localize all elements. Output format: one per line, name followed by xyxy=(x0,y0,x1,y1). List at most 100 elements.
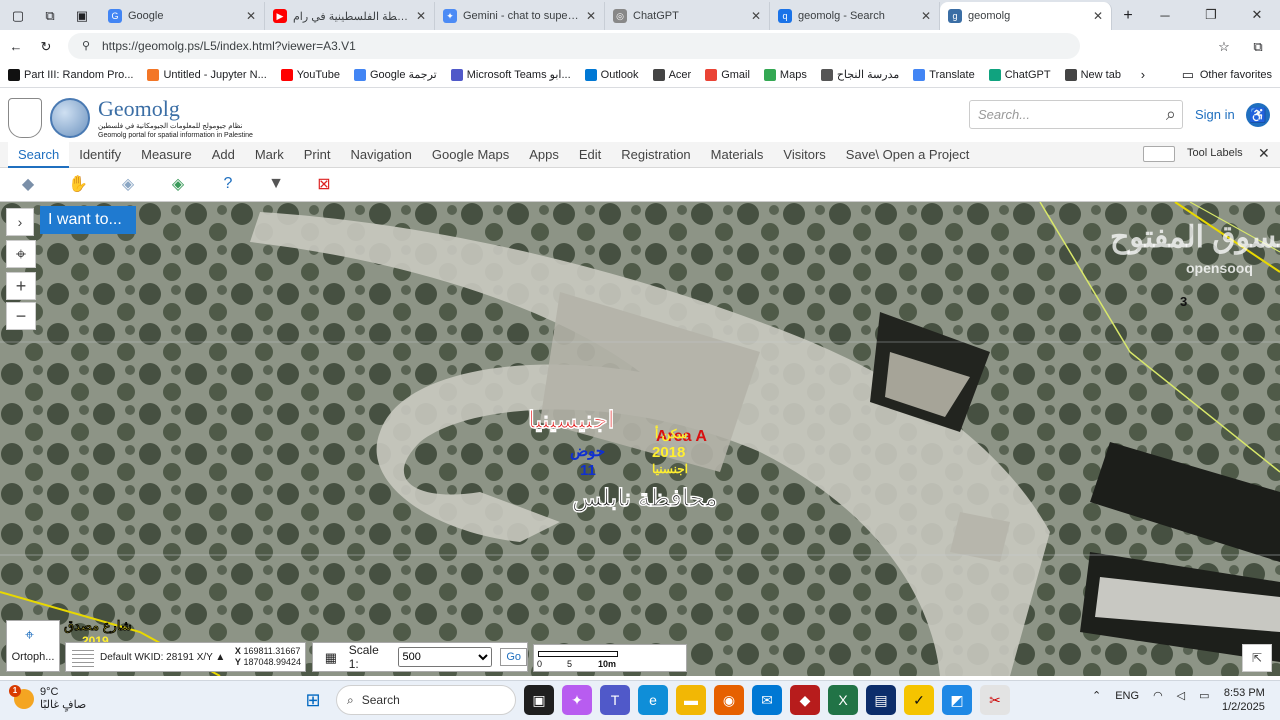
i-want-to-button[interactable]: I want to... xyxy=(40,206,136,234)
search-input[interactable]: Search... ⌕ xyxy=(969,100,1183,129)
bookmark-item[interactable]: مدرسة النجاح xyxy=(820,68,899,81)
menu-tab-registration[interactable]: Registration xyxy=(611,142,700,168)
scale-grid-icon[interactable]: ▦ xyxy=(321,649,341,665)
geomolg-logo[interactable]: Geomolg نظام جيومولج للمعلومات الجيومكان… xyxy=(8,96,253,140)
search-icon[interactable]: ⌕ xyxy=(1166,104,1176,125)
filter-icon[interactable]: ▼ xyxy=(264,173,288,195)
other-favorites[interactable]: ▭ Other favorites xyxy=(1180,67,1280,83)
browser-tab[interactable]: ✦ Gemini - chat to superchar ✕ xyxy=(435,2,605,30)
browser-tab[interactable]: G Google ✕ xyxy=(100,2,265,30)
task-view-icon[interactable]: ▣ xyxy=(524,685,554,715)
wifi-icon[interactable]: ◠ xyxy=(1153,689,1163,702)
browser-tab[interactable]: ▶ السلطة الفلسطينية في رام ✕ xyxy=(265,2,435,30)
firefox-icon[interactable]: ◉ xyxy=(714,685,744,715)
tab-close-icon[interactable]: ✕ xyxy=(751,9,761,23)
weather-widget[interactable]: 1 9°C صافٍ غالبًا xyxy=(9,685,86,712)
menu-tab-navigation[interactable]: Navigation xyxy=(340,142,421,168)
bookmark-item[interactable]: Maps xyxy=(763,68,807,81)
bookmark-item[interactable]: Part III: Random Pro... xyxy=(8,68,133,81)
battery-icon[interactable]: ▭ xyxy=(1199,689,1209,702)
bookmark-item[interactable]: Acer xyxy=(652,68,691,81)
menu-tab-materials[interactable]: Materials xyxy=(701,142,774,168)
layer-select-icon[interactable]: ◈ xyxy=(116,173,140,195)
zoom-out-button[interactable]: − xyxy=(6,302,36,330)
store-icon[interactable]: ▤ xyxy=(866,685,896,715)
bookmark-item[interactable]: Outlook xyxy=(584,68,639,81)
search-layer-icon[interactable]: ◆ xyxy=(16,173,40,195)
map-view[interactable]: › I want to... ⌖ + − اجنيسينيا Area A سك… xyxy=(0,202,1280,676)
bookmark-item[interactable]: YouTube xyxy=(280,68,340,81)
tab-close-icon[interactable]: ✕ xyxy=(921,9,931,23)
menu-tab-measure[interactable]: Measure xyxy=(131,142,202,168)
tab-close-icon[interactable]: ✕ xyxy=(1093,9,1103,23)
new-tab-button[interactable]: + xyxy=(1120,8,1136,24)
notes-icon[interactable]: ✓ xyxy=(904,685,934,715)
tool-labels-toggle[interactable] xyxy=(1143,146,1175,162)
profile-icon[interactable]: ▢ xyxy=(10,7,26,23)
volume-icon[interactable]: ◁ xyxy=(1177,689,1185,702)
query-icon[interactable]: ? xyxy=(216,173,240,195)
workspaces-icon[interactable]: ⧉ xyxy=(42,7,58,23)
grid-icon[interactable] xyxy=(72,647,94,667)
bookmark-item[interactable]: New tab xyxy=(1064,68,1121,81)
bookmark-item[interactable]: Google ترجمة xyxy=(354,68,437,81)
menu-tab-add[interactable]: Add xyxy=(202,142,245,168)
back-icon[interactable]: ← xyxy=(8,38,24,54)
basemap-switcher[interactable]: ⌖ Ortoph... xyxy=(6,620,60,672)
file-explorer-icon[interactable]: ▬ xyxy=(676,685,706,715)
menu-tab-google-maps[interactable]: Google Maps xyxy=(422,142,519,168)
favorite-star-icon[interactable]: ☆ xyxy=(1216,38,1232,54)
start-windows-icon[interactable]: ⊞ xyxy=(298,685,328,715)
menu-tab-visitors[interactable]: Visitors xyxy=(773,142,835,168)
site-info-icon[interactable]: ⚲ xyxy=(78,38,94,54)
url-field[interactable]: ⚲ https://geomolg.ps/L5/index.html?viewe… xyxy=(68,33,1080,59)
zoom-in-button[interactable]: + xyxy=(6,272,36,300)
expand-panel-button[interactable]: › xyxy=(6,208,34,236)
snipping-icon[interactable]: ✂ xyxy=(980,685,1010,715)
app-icon[interactable]: ◆ xyxy=(790,685,820,715)
mail-icon[interactable]: ✉ xyxy=(752,685,782,715)
copilot-icon[interactable]: ✦ xyxy=(562,685,592,715)
excel-icon[interactable]: X xyxy=(828,685,858,715)
photos-icon[interactable]: ◩ xyxy=(942,685,972,715)
tab-close-icon[interactable]: ✕ xyxy=(416,9,426,23)
edge-icon[interactable]: e xyxy=(638,685,668,715)
extensions-icon[interactable]: ⧉ xyxy=(1250,38,1266,54)
teams-icon[interactable]: T xyxy=(600,685,630,715)
menu-tab-edit[interactable]: Edit xyxy=(569,142,611,168)
tray-overflow-icon[interactable]: ⌃ xyxy=(1092,689,1101,702)
parcel-select-icon[interactable]: ◈ xyxy=(166,173,190,195)
bookmark-item[interactable]: Untitled - Jupyter N... xyxy=(147,68,267,81)
clear-selection-icon[interactable]: ⊠ xyxy=(312,173,336,195)
sign-in-link[interactable]: Sign in xyxy=(1195,107,1235,122)
language-indicator[interactable]: ENG xyxy=(1115,690,1139,702)
taskbar-search[interactable]: ⌕ Search xyxy=(336,685,516,715)
locate-icon[interactable]: ⌖ xyxy=(6,240,36,268)
pan-hand-icon[interactable]: ✋ xyxy=(66,173,90,195)
menu-tab-print[interactable]: Print xyxy=(294,142,341,168)
bookmark-item[interactable]: Translate xyxy=(913,68,975,81)
browser-tab[interactable]: q geomolg - Search ✕ xyxy=(770,2,940,30)
collapse-corner-icon[interactable]: ⇱ xyxy=(1242,644,1272,672)
accessibility-icon[interactable]: ♿ xyxy=(1246,103,1270,127)
bookmark-item[interactable]: ChatGPT xyxy=(988,68,1051,81)
close-window-button[interactable]: ✕ xyxy=(1234,7,1280,23)
tab-close-icon[interactable]: ✕ xyxy=(246,9,256,23)
tab-close-icon[interactable]: ✕ xyxy=(586,9,596,23)
reload-icon[interactable]: ↻ xyxy=(38,38,54,54)
bookmarks-overflow-icon[interactable]: › xyxy=(1135,67,1151,83)
go-button[interactable]: Go xyxy=(500,648,527,666)
menu-tab-identify[interactable]: Identify xyxy=(69,142,131,168)
menu-tab-apps[interactable]: Apps xyxy=(519,142,569,168)
browser-tab[interactable]: g geomolg ✕ xyxy=(940,2,1112,30)
scale-select[interactable]: 500 xyxy=(397,647,493,667)
menu-tab-mark[interactable]: Mark xyxy=(245,142,294,168)
browser-tab[interactable]: ◎ ChatGPT ✕ xyxy=(605,2,770,30)
restore-button[interactable]: ❐ xyxy=(1188,7,1234,23)
menu-tab-save-open-a-project[interactable]: Save\ Open a Project xyxy=(836,142,980,168)
clock[interactable]: 8:53 PM 1/2/2025 xyxy=(1222,686,1265,714)
minimize-button[interactable]: ─ xyxy=(1142,8,1188,23)
wkid-label[interactable]: Default WKID: 28191 X/Y ▲ xyxy=(100,652,225,663)
tab-actions-icon[interactable]: ▣ xyxy=(74,7,90,23)
bookmark-item[interactable]: Microsoft Teams ابو... xyxy=(450,68,571,81)
